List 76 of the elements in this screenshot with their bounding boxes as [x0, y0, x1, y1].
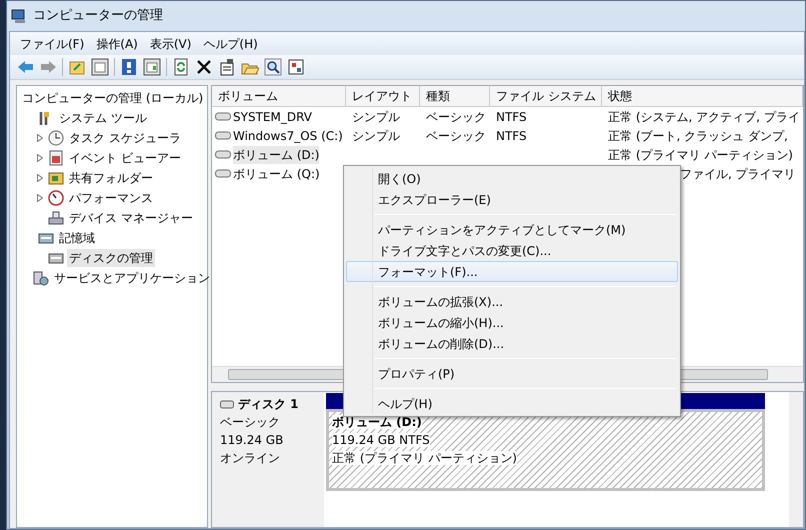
drive-icon [215, 131, 231, 140]
tree-item[interactable]: サービスとアプリケーション [52, 269, 212, 287]
tree-item[interactable]: ディスクの管理 [67, 249, 155, 267]
table-cell: NTFS [496, 110, 527, 124]
help-icon[interactable] [120, 58, 138, 76]
table-cell: シンプル [352, 110, 400, 124]
column-header[interactable]: ボリューム [212, 86, 346, 106]
menu-item[interactable]: ドライブ文字とパスの変更(C)... [346, 240, 678, 261]
tree-item[interactable]: デバイス マネージャー [67, 209, 195, 227]
table-cell-text: ボリューム (Q:) [233, 166, 320, 182]
table-cell: 正常 (ブート, クラッシュ ダンプ, [608, 128, 788, 142]
table-cell: ベーシック [426, 128, 486, 142]
table-cell-text: Windows7_OS (C:) [233, 128, 343, 144]
menu-item[interactable]: 操作(A) [92, 35, 142, 52]
table-cell: NTFS [496, 128, 527, 142]
column-header[interactable]: レイアウト [346, 86, 420, 106]
drive-icon [215, 112, 231, 121]
delete-icon[interactable] [195, 58, 213, 76]
menu-item[interactable]: プロパティ(P) [346, 363, 678, 384]
pane-icon[interactable] [143, 58, 161, 76]
disk-name: ディスク 1 [238, 396, 299, 413]
menu-item[interactable]: ファイル(F) [16, 35, 88, 52]
tree-item[interactable]: イベント ビューアー [67, 149, 183, 167]
table-cell: シンプル [352, 128, 400, 142]
log-icon [48, 150, 64, 166]
table-cell: ボリューム (D:) [233, 146, 320, 164]
tree-item[interactable]: タスク スケジューラ [67, 129, 183, 147]
forward-arrow-icon[interactable] [39, 58, 57, 76]
menu-item[interactable]: ボリュームの縮小(H)... [346, 312, 678, 333]
table-cell-text: SYSTEM_DRV [233, 108, 312, 126]
tree-item[interactable]: 共有フォルダー [67, 169, 155, 187]
partition-status: 正常 (プライマリ パーティション) [332, 451, 517, 465]
properties-icon[interactable] [218, 58, 236, 76]
clock-icon [48, 130, 64, 146]
tree-item[interactable]: 記憶域 [57, 229, 97, 247]
expand-arrow-icon[interactable] [37, 194, 43, 202]
menu-item[interactable]: ボリュームの拡張(X)... [346, 291, 678, 312]
drive-icon [215, 169, 231, 178]
menu-item[interactable]: パーティションをアクティブとしてマーク(M) [346, 219, 678, 240]
expand-arrow-icon[interactable] [37, 134, 43, 142]
menu-item[interactable]: ヘルプ(H) [199, 35, 262, 52]
refresh-icon[interactable] [172, 58, 190, 76]
drive-icon [215, 150, 231, 159]
table-cell: ベーシック [426, 110, 486, 124]
column-header[interactable]: ファイル システム [490, 86, 602, 106]
window-title: コンピューターの管理 [33, 7, 163, 26]
tree-item[interactable]: パフォーマンス [67, 189, 155, 207]
vertical-scrollbar[interactable] [789, 392, 803, 527]
disk-status: オンライン [220, 450, 281, 467]
tree-item[interactable]: コンピューターの管理 (ローカル) [20, 89, 206, 107]
partition-size: 119.24 GB NTFS [332, 433, 430, 447]
menu-item[interactable]: 表示(V) [146, 35, 196, 52]
expand-arrow-icon[interactable] [37, 174, 43, 182]
disk-size: 119.24 GB [220, 432, 284, 449]
column-header[interactable]: 種類 [420, 86, 490, 106]
gear-icon [33, 270, 49, 286]
shared-folder-icon [48, 170, 64, 186]
search-icon[interactable] [264, 58, 282, 76]
menu-item[interactable]: フォーマット(F)... [346, 261, 678, 282]
menu-item[interactable]: エクスプローラー(E) [346, 189, 678, 210]
back-arrow-icon[interactable] [16, 58, 34, 76]
device-icon [48, 210, 64, 226]
table-cell: ファイル, プライマリ [680, 166, 796, 180]
computer-icon [11, 8, 27, 24]
menu-item[interactable]: ヘルプ(H) [346, 393, 678, 414]
column-header[interactable]: 状態 [602, 86, 803, 106]
tree-item[interactable]: システム ツール [57, 109, 149, 127]
disk-type: ベーシック [220, 414, 281, 431]
table-cell: 正常 (システム, アクティブ, プライ [608, 110, 800, 124]
gauge-icon [48, 190, 64, 206]
expand-arrow-icon[interactable] [37, 154, 43, 162]
menu-item[interactable]: ボリュームの削除(D)... [346, 333, 678, 354]
settings-icon[interactable] [287, 58, 305, 76]
table-cell: 正常 (プライマリ パーティション) [608, 148, 793, 162]
pane-icon[interactable] [91, 58, 109, 76]
menu-item[interactable]: 開く(O) [346, 168, 678, 189]
